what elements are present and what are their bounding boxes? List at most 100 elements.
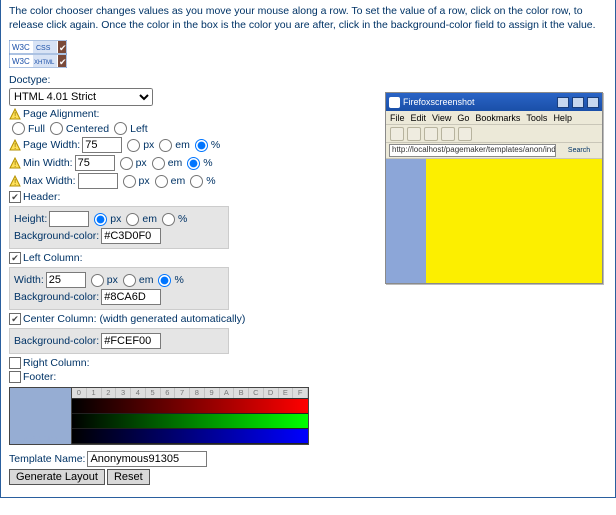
page-alignment-label: Page Alignment: [23, 108, 99, 120]
rightcol-checkbox[interactable] [9, 357, 21, 369]
leftcol-checkbox[interactable] [9, 252, 21, 264]
footer-label: Footer: [23, 371, 56, 383]
color-swatch[interactable]: #96ADD3 [10, 388, 72, 444]
close-button[interactable] [587, 97, 599, 108]
menu-go[interactable]: Go [457, 113, 469, 123]
svg-text:W3C: W3C [12, 57, 30, 66]
align-left-label: Left [130, 123, 148, 135]
leftcol-px-radio[interactable] [91, 274, 104, 287]
home-button[interactable] [458, 127, 472, 141]
back-button[interactable] [390, 127, 404, 141]
maxwidth-em-radio[interactable] [155, 175, 168, 188]
pagewidth-em-label: em [175, 139, 190, 151]
header-height-label: Height: [14, 213, 47, 225]
header-em-radio[interactable] [126, 213, 139, 226]
menu-edit[interactable]: Edit [411, 113, 427, 123]
header-label: Header: [23, 191, 60, 203]
window-title: Firefoxscreenshot [403, 97, 554, 107]
pagewidth-pct-label: % [211, 139, 220, 151]
max-width-input[interactable] [78, 173, 118, 189]
w3c-xhtml-badge: W3CXHTML✔ [9, 54, 67, 68]
align-full-radio[interactable] [12, 122, 25, 135]
doctype-select[interactable]: HTML 4.01 Strict [9, 88, 153, 106]
blue-ramp[interactable] [72, 429, 308, 444]
pagewidth-px-radio[interactable] [127, 139, 140, 152]
centercol-checkbox[interactable] [9, 313, 21, 325]
centercol-label: Center Column: (width generated automati… [23, 313, 245, 325]
pagewidth-em-radio[interactable] [159, 139, 172, 152]
generate-layout-button[interactable]: Generate Layout [9, 469, 105, 485]
svg-text:!: ! [14, 111, 16, 120]
stop-button[interactable] [441, 127, 455, 141]
template-name-label: Template Name: [9, 453, 85, 465]
leftcol-width-label: Width: [14, 274, 44, 286]
align-centered-label: Centered [66, 123, 109, 135]
header-pct-radio[interactable] [162, 213, 175, 226]
svg-text:!: ! [14, 160, 16, 169]
doctype-label: Doctype: [9, 74, 50, 86]
maximize-button[interactable] [572, 97, 584, 108]
svg-text:XHTML: XHTML [34, 60, 55, 66]
leftcol-em-radio[interactable] [123, 274, 136, 287]
menu-tools[interactable]: Tools [526, 113, 547, 123]
header-section: Height: px em % Background-color: [9, 206, 229, 249]
centercol-bg-label: Background-color: [14, 335, 99, 347]
svg-text:W3C: W3C [12, 43, 30, 52]
browser-preview: Firefoxscreenshot File Edit View Go Bookmark… [385, 92, 603, 284]
pagewidth-pct-radio[interactable] [195, 139, 208, 152]
header-checkbox[interactable] [9, 191, 21, 203]
minwidth-pct-radio[interactable] [187, 157, 200, 170]
min-width-input[interactable] [75, 155, 115, 171]
leftcol-label: Left Column: [23, 252, 83, 264]
warning-icon: ! [9, 175, 21, 187]
leftcol-section: Width: px em % Background-color: [9, 267, 229, 310]
align-centered-radio[interactable] [50, 122, 63, 135]
pagewidth-px-label: px [143, 139, 154, 151]
minimize-button[interactable] [557, 97, 569, 108]
centercol-bg-input[interactable] [101, 333, 161, 349]
svg-text:✔: ✔ [59, 43, 67, 53]
rightcol-label: Right Column: [23, 357, 90, 369]
align-full-label: Full [28, 123, 45, 135]
maxwidth-px-label: px [139, 175, 150, 187]
max-width-label: Max Width: [23, 175, 76, 187]
header-height-input[interactable] [49, 211, 89, 227]
preview-center-column [426, 159, 602, 283]
menu-help[interactable]: Help [553, 113, 572, 123]
reload-button[interactable] [424, 127, 438, 141]
leftcol-width-input[interactable] [46, 272, 86, 288]
menu-file[interactable]: File [390, 113, 405, 123]
search-box[interactable]: Search [559, 145, 599, 157]
green-ramp[interactable] [72, 414, 308, 429]
red-ramp[interactable] [72, 399, 308, 414]
header-bg-input[interactable] [101, 228, 161, 244]
svg-text:CSS: CSS [36, 45, 51, 52]
window-app-icon [389, 97, 400, 108]
template-name-input[interactable] [87, 451, 207, 467]
minwidth-em-radio[interactable] [152, 157, 165, 170]
maxwidth-pct-label: % [206, 175, 215, 187]
svg-text:!: ! [14, 142, 16, 151]
page-width-input[interactable] [82, 137, 122, 153]
header-px-radio[interactable] [94, 213, 107, 226]
picker-scale: 0123456789ABCDEF [72, 388, 308, 399]
minwidth-px-label: px [136, 157, 147, 169]
reset-button[interactable]: Reset [107, 469, 150, 485]
leftcol-bg-input[interactable] [101, 289, 161, 305]
forward-button[interactable] [407, 127, 421, 141]
w3c-css-badge: W3C CSS ✔ [9, 40, 67, 54]
warning-icon: ! [9, 157, 21, 169]
menu-view[interactable]: View [432, 113, 451, 123]
preview-page [386, 159, 602, 283]
intro-text: The color chooser changes values as you … [9, 4, 607, 32]
maxwidth-px-radio[interactable] [123, 175, 136, 188]
address-bar[interactable]: http://localhost/pagemaker/templates/ano… [389, 144, 556, 157]
leftcol-pct-radio[interactable] [158, 274, 171, 287]
min-width-label: Min Width: [23, 157, 73, 169]
minwidth-px-radio[interactable] [120, 157, 133, 170]
leftcol-bg-label: Background-color: [14, 291, 99, 303]
align-left-radio[interactable] [114, 122, 127, 135]
maxwidth-pct-radio[interactable] [190, 175, 203, 188]
menu-bookmarks[interactable]: Bookmarks [475, 113, 520, 123]
footer-checkbox[interactable] [9, 371, 21, 383]
